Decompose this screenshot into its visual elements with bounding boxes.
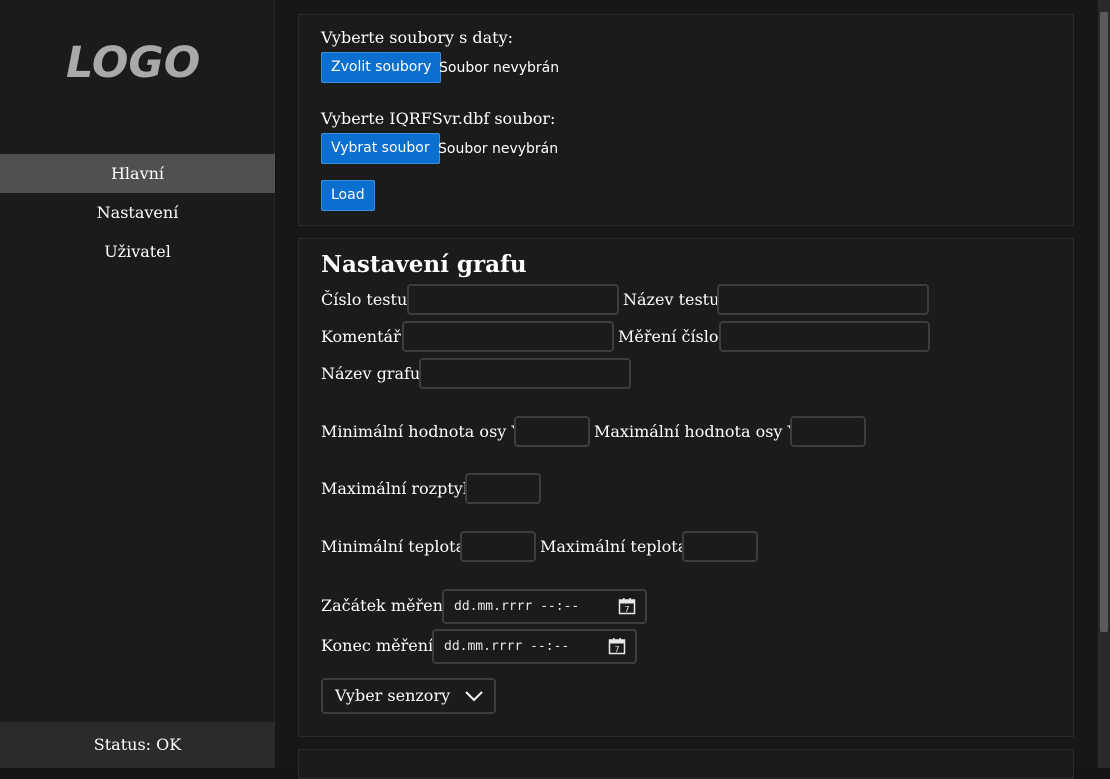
scrollbar[interactable] bbox=[1098, 0, 1110, 768]
comment-input[interactable] bbox=[402, 321, 614, 352]
scrollbar-thumb[interactable] bbox=[1100, 12, 1108, 632]
y-max-input[interactable] bbox=[790, 416, 866, 447]
choose-dbf-button[interactable]: Vybrat soubor bbox=[321, 133, 440, 164]
graph-settings-card: Nastavení grafu Číslo testu: Název testu… bbox=[298, 238, 1074, 737]
measurement-number-input[interactable] bbox=[719, 321, 930, 352]
comment-label: Komentář: bbox=[321, 327, 407, 346]
sensors-select[interactable]: Vyber senzory bbox=[321, 678, 496, 714]
choose-files-button[interactable]: Zvolit soubory bbox=[321, 52, 442, 83]
test-number-label: Číslo testu: bbox=[321, 290, 413, 309]
test-name-input[interactable] bbox=[717, 284, 929, 315]
chevron-down-icon bbox=[465, 691, 483, 702]
sidebar-item-uzivatel[interactable]: Uživatel bbox=[0, 232, 275, 271]
y-min-input[interactable] bbox=[514, 416, 590, 447]
sidebar: LOGO Hlavní Nastavení Uživatel Status: O… bbox=[0, 0, 275, 768]
sidebar-nav: Hlavní Nastavení Uživatel bbox=[0, 154, 275, 271]
load-button[interactable]: Load bbox=[321, 180, 375, 211]
end-datetime-placeholder: dd.mm.rrrr --:-- bbox=[444, 639, 570, 654]
max-variance-input[interactable] bbox=[465, 473, 541, 504]
end-label: Konec měření: bbox=[321, 636, 439, 655]
upload-card: Vyberte soubory s daty: Zvolit soubory S… bbox=[298, 14, 1074, 226]
next-card bbox=[298, 749, 1074, 779]
logo: LOGO bbox=[66, 38, 201, 88]
main-content: Vyberte soubory s daty: Zvolit soubory S… bbox=[276, 0, 1098, 779]
end-datetime-input[interactable]: dd.mm.rrrr --:-- 7 bbox=[432, 629, 637, 664]
measurement-number-label: Měření číslo: bbox=[618, 327, 724, 346]
graph-settings-title: Nastavení grafu bbox=[321, 251, 527, 278]
y-max-label: Maximální hodnota osy Y: bbox=[594, 422, 802, 441]
start-datetime-input[interactable]: dd.mm.rrrr --:-- 7 bbox=[442, 589, 647, 624]
start-label: Začátek měření: bbox=[321, 596, 454, 615]
status-bar: Status: OK bbox=[0, 722, 275, 768]
dbf-file-label: Vyberte IQRFSvr.dbf soubor: bbox=[321, 109, 556, 128]
svg-text:7: 7 bbox=[624, 605, 629, 614]
min-temp-label: Minimální teplota: bbox=[321, 537, 471, 556]
svg-text:7: 7 bbox=[614, 645, 619, 654]
sensors-select-label: Vyber senzory bbox=[335, 686, 451, 705]
calendar-icon[interactable]: 7 bbox=[608, 637, 626, 655]
max-temp-label: Maximální teplota: bbox=[540, 537, 693, 556]
max-variance-label: Maximální rozptyl: bbox=[321, 479, 474, 498]
graph-name-input[interactable] bbox=[419, 358, 631, 389]
test-number-input[interactable] bbox=[407, 284, 619, 315]
calendar-icon[interactable]: 7 bbox=[618, 597, 636, 615]
sidebar-item-nastaveni[interactable]: Nastavení bbox=[0, 193, 275, 232]
max-temp-input[interactable] bbox=[682, 531, 758, 562]
data-files-status: Soubor nevybrán bbox=[439, 60, 560, 76]
graph-name-label: Název grafu: bbox=[321, 364, 426, 383]
min-temp-input[interactable] bbox=[460, 531, 536, 562]
sidebar-item-hlavni[interactable]: Hlavní bbox=[0, 154, 275, 193]
start-datetime-placeholder: dd.mm.rrrr --:-- bbox=[454, 599, 580, 614]
dbf-file-status: Soubor nevybrán bbox=[438, 141, 559, 157]
y-min-label: Minimální hodnota osy Y: bbox=[321, 422, 526, 441]
test-name-label: Název testu: bbox=[623, 290, 725, 309]
data-files-label: Vyberte soubory s daty: bbox=[321, 28, 514, 47]
